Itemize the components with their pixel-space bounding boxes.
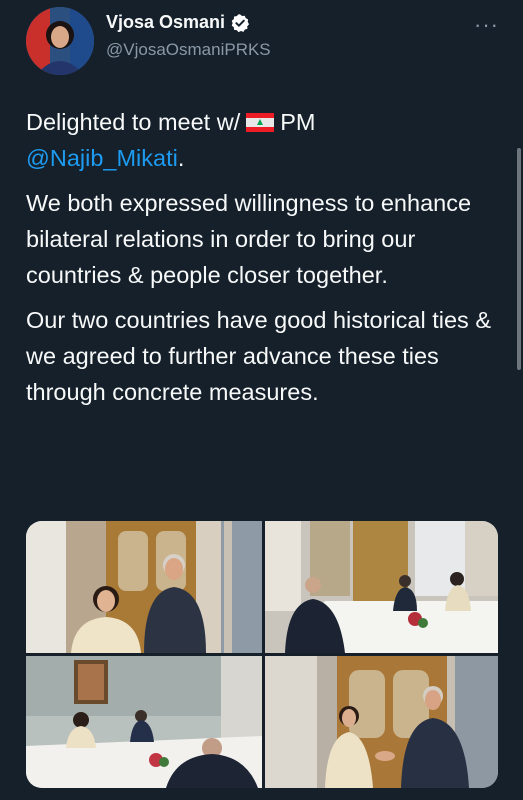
verified-badge-icon xyxy=(231,13,250,32)
photo-3[interactable] xyxy=(26,656,262,788)
photo-4[interactable] xyxy=(265,656,498,788)
author-name[interactable]: Vjosa Osmani xyxy=(106,12,225,33)
tweet-header: Vjosa Osmani @VjosaOsmaniPRKS ··· xyxy=(0,0,523,90)
photo-meeting-table-icon xyxy=(265,521,498,653)
author-name-row: Vjosa Osmani xyxy=(106,12,250,33)
author-handle[interactable]: @VjosaOsmaniPRKS xyxy=(106,40,271,60)
avatar-image-icon xyxy=(26,7,94,75)
media-grid xyxy=(26,521,498,788)
tweet-paragraph-3: Our two countries have good historical t… xyxy=(26,307,492,405)
tweet-line1-prefix: Delighted to meet w/ xyxy=(26,109,241,135)
more-options-icon[interactable]: ··· xyxy=(474,14,499,36)
lebanon-flag-icon xyxy=(246,113,275,132)
scrollbar[interactable] xyxy=(517,148,521,370)
photo-meeting-table-wide-icon xyxy=(26,656,262,788)
mention-suffix: . xyxy=(177,145,185,171)
tweet-text: Delighted to meet w/ PM @Najib_Mikati. W… xyxy=(26,104,506,419)
mention-link[interactable]: @Najib_Mikati xyxy=(26,145,178,171)
tweet-line1-suffix: PM xyxy=(280,109,316,135)
author-avatar[interactable] xyxy=(26,7,94,75)
photo-handshake-icon xyxy=(265,656,498,788)
tweet-paragraph-2: We both expressed willingness to enhance… xyxy=(26,190,472,288)
photo-2[interactable] xyxy=(265,521,498,653)
tweet-paragraph-1: Delighted to meet w/ PM @Najib_Mikati. xyxy=(26,104,506,176)
photo-two-leaders-standing-icon xyxy=(26,521,262,653)
photo-1[interactable] xyxy=(26,521,262,653)
